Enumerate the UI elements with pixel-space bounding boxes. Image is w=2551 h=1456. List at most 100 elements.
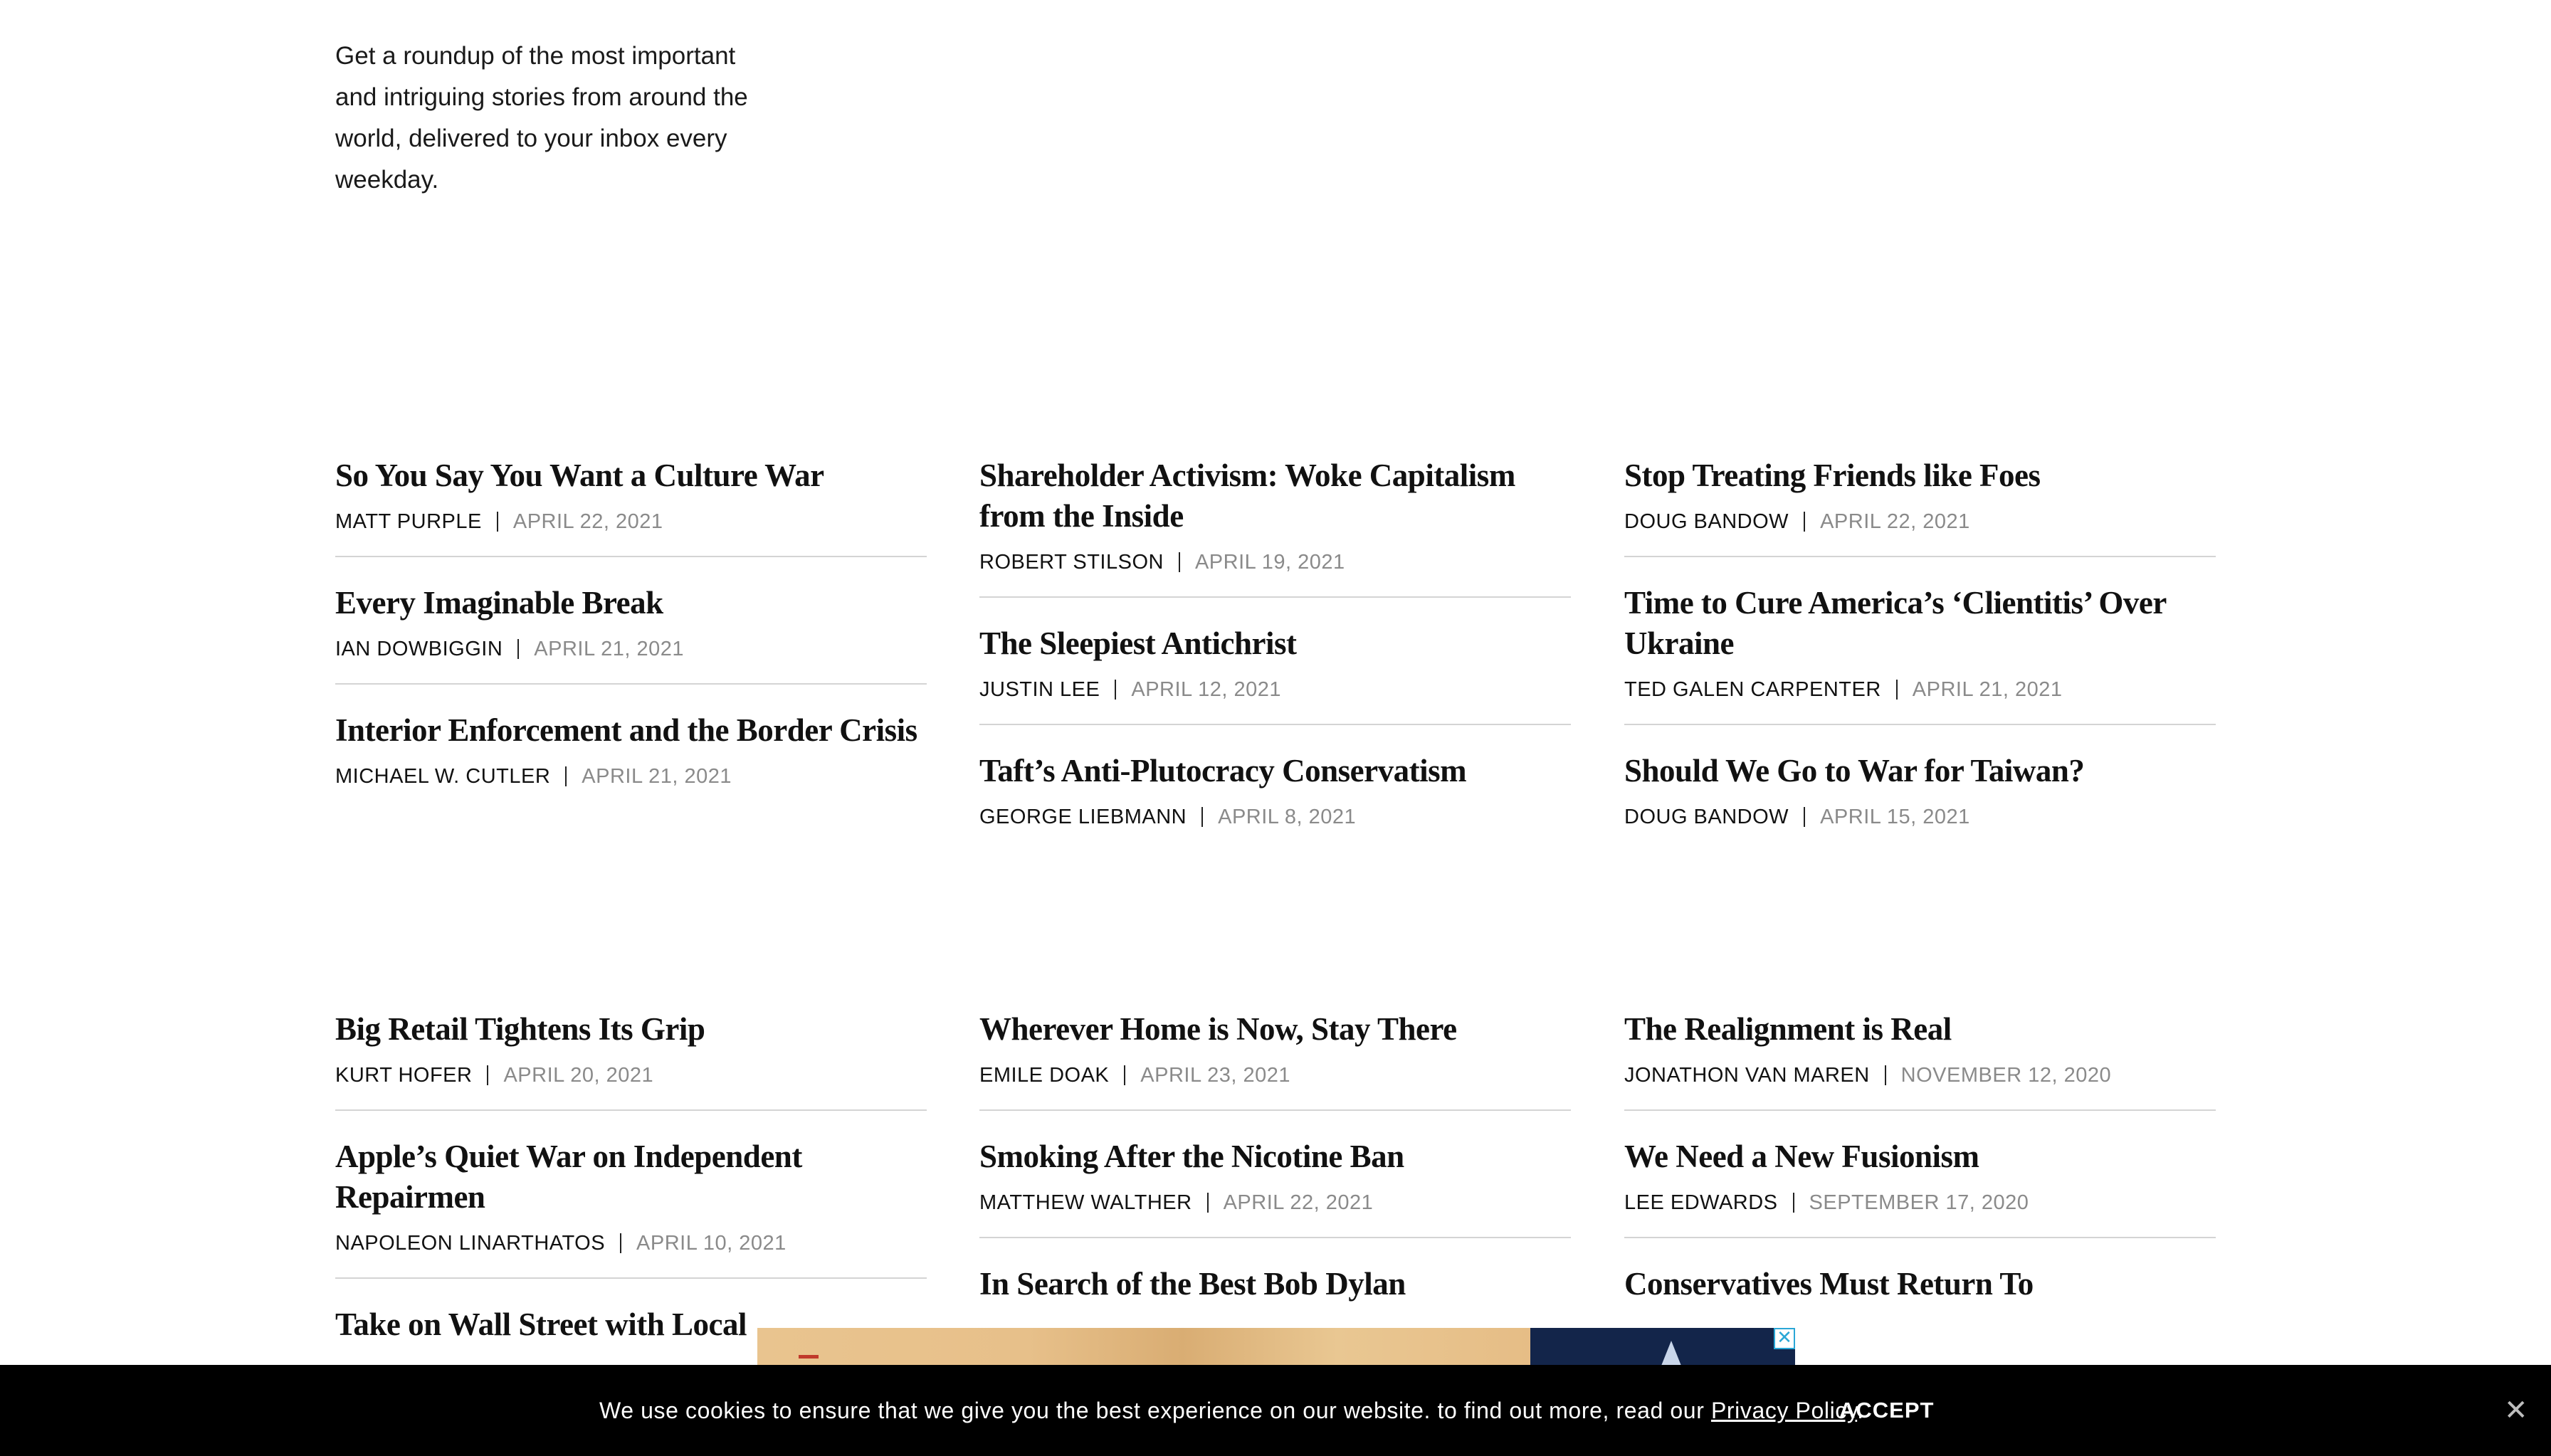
meta-separator [1124,1065,1126,1085]
article-date: APRIL 10, 2021 [636,1232,787,1255]
meta-separator [620,1233,622,1253]
article-author[interactable]: KURT HOFER [335,1062,472,1088]
article-column: Stop Treating Friends like Foes DOUG BAN… [1624,455,2216,877]
close-icon[interactable]: ✕ [2504,1396,2528,1425]
article-date: SEPTEMBER 17, 2020 [1809,1191,2029,1214]
article-item[interactable]: We Need a New Fusionism LEE EDWARDS SEPT… [1624,1136,2216,1238]
article-meta: DOUG BANDOW APRIL 22, 2021 [1624,509,2216,534]
article-meta: DOUG BANDOW APRIL 15, 2021 [1624,804,2216,830]
article-item[interactable]: Should We Go to War for Taiwan? DOUG BAN… [1624,751,2216,851]
meta-separator [517,639,520,659]
article-item[interactable]: The Realignment is Real JONATHON VAN MAR… [1624,1009,2216,1111]
meta-separator [1201,807,1204,827]
article-author[interactable]: NAPOLEON LINARTHATOS [335,1230,605,1256]
article-meta: JONATHON VAN MAREN NOVEMBER 12, 2020 [1624,1062,2216,1088]
article-item[interactable]: Shareholder Activism: Woke Capitalism fr… [979,455,1571,598]
article-meta: MATT PURPLE APRIL 22, 2021 [335,509,927,534]
article-author[interactable]: LEE EDWARDS [1624,1190,1778,1215]
article-column: Shareholder Activism: Woke Capitalism fr… [979,455,1571,877]
article-item[interactable]: Smoking After the Nicotine Ban MATTHEW W… [979,1136,1571,1238]
article-title[interactable]: So You Say You Want a Culture War [335,455,927,496]
article-date: APRIL 12, 2021 [1131,678,1282,701]
meta-separator [1804,807,1806,827]
article-author[interactable]: EMILE DOAK [979,1062,1109,1088]
article-meta: GEORGE LIEBMANN APRIL 8, 2021 [979,804,1571,830]
article-meta: EMILE DOAK APRIL 23, 2021 [979,1062,1571,1088]
article-title[interactable]: Stop Treating Friends like Foes [1624,455,2216,496]
article-item[interactable]: So You Say You Want a Culture War MATT P… [335,455,927,557]
article-date: NOVEMBER 12, 2020 [1900,1064,2112,1087]
article-meta: JUSTIN LEE APRIL 12, 2021 [979,677,1571,702]
article-author[interactable]: DOUG BANDOW [1624,509,1789,534]
meta-separator [1804,512,1806,532]
article-title[interactable]: Time to Cure America’s ‘Clientitis’ Over… [1624,583,2216,664]
article-meta: NAPOLEON LINARTHATOS APRIL 10, 2021 [335,1230,927,1256]
article-title[interactable]: Conservatives Must Return To [1624,1264,2216,1304]
article-item[interactable]: Time to Cure America’s ‘Clientitis’ Over… [1624,583,2216,725]
cookie-message: We use cookies to ensure that we give yo… [599,1396,1864,1425]
article-title[interactable]: Wherever Home is Now, Stay There [979,1009,1571,1050]
article-date: APRIL 21, 2021 [534,638,684,660]
cookie-banner: We use cookies to ensure that we give yo… [0,1365,2551,1456]
accept-cookies-button[interactable]: ACCEPT [1839,1396,1934,1425]
article-author[interactable]: MATTHEW WALTHER [979,1190,1192,1215]
article-item[interactable]: Stop Treating Friends like Foes DOUG BAN… [1624,455,2216,557]
article-date: APRIL 8, 2021 [1218,806,1357,828]
article-meta: MATTHEW WALTHER APRIL 22, 2021 [979,1190,1571,1215]
article-item[interactable]: Wherever Home is Now, Stay There EMILE D… [979,1009,1571,1111]
article-date: APRIL 21, 2021 [582,765,732,788]
article-date: APRIL 20, 2021 [503,1064,654,1087]
article-item[interactable]: Apple’s Quiet War on Independent Repairm… [335,1136,927,1279]
article-author[interactable]: MATT PURPLE [335,509,482,534]
meta-separator [1884,1065,1886,1085]
meta-separator [565,766,567,786]
article-author[interactable]: IAN DOWBIGGIN [335,636,503,662]
article-column: Wherever Home is Now, Stay There EMILE D… [979,1009,1571,1364]
article-item[interactable]: Interior Enforcement and the Border Cris… [335,710,927,811]
article-item[interactable]: Taft’s Anti-Plutocracy Conservatism GEOR… [979,751,1571,851]
article-title[interactable]: Should We Go to War for Taiwan? [1624,751,2216,791]
article-item[interactable]: Big Retail Tightens Its Grip KURT HOFER … [335,1009,927,1111]
article-author[interactable]: ROBERT STILSON [979,549,1164,575]
article-title[interactable]: Apple’s Quiet War on Independent Repairm… [335,1136,927,1218]
article-title[interactable]: We Need a New Fusionism [1624,1136,2216,1177]
article-date: APRIL 23, 2021 [1140,1064,1290,1087]
article-author[interactable]: GEORGE LIEBMANN [979,804,1187,830]
article-meta: MICHAEL W. CUTLER APRIL 21, 2021 [335,764,927,789]
article-date: APRIL 21, 2021 [1912,678,2063,701]
article-date: APRIL 22, 2021 [1820,510,1970,533]
article-author[interactable]: DOUG BANDOW [1624,804,1789,830]
article-title[interactable]: Every Imaginable Break [335,583,927,623]
article-column: So You Say You Want a Culture War MATT P… [335,455,927,836]
article-column: The Realignment is Real JONATHON VAN MAR… [1624,1009,2216,1364]
article-title[interactable]: Taft’s Anti-Plutocracy Conservatism [979,751,1571,791]
meta-separator [1792,1193,1794,1213]
article-title[interactable]: The Sleepiest Antichrist [979,623,1571,664]
article-title[interactable]: The Realignment is Real [1624,1009,2216,1050]
article-title[interactable]: In Search of the Best Bob Dylan [979,1264,1571,1304]
article-meta: LEE EDWARDS SEPTEMBER 17, 2020 [1624,1190,2216,1215]
article-title[interactable]: Big Retail Tightens Its Grip [335,1009,927,1050]
privacy-policy-link[interactable]: Privacy Policy [1711,1398,1857,1423]
article-date: APRIL 22, 2021 [512,510,663,533]
ad-logo-mark [799,1355,819,1359]
meta-separator [496,512,498,532]
article-item[interactable]: The Sleepiest Antichrist JUSTIN LEE APRI… [979,623,1571,725]
article-meta: TED GALEN CARPENTER APRIL 21, 2021 [1624,677,2216,702]
article-author[interactable]: MICHAEL W. CUTLER [335,764,550,789]
meta-separator [1115,680,1117,700]
article-title[interactable]: Shareholder Activism: Woke Capitalism fr… [979,455,1571,537]
article-title[interactable]: Interior Enforcement and the Border Cris… [335,710,927,751]
article-meta: KURT HOFER APRIL 20, 2021 [335,1062,927,1088]
article-author[interactable]: JONATHON VAN MAREN [1624,1062,1870,1088]
article-author[interactable]: JUSTIN LEE [979,677,1100,702]
meta-separator [1206,1193,1209,1213]
meta-separator [487,1065,489,1085]
article-item[interactable]: Every Imaginable Break IAN DOWBIGGIN APR… [335,583,927,685]
ad-close-icon[interactable]: ✕ [1774,1328,1795,1349]
article-date: APRIL 15, 2021 [1820,806,1970,828]
meta-separator [1178,552,1180,572]
article-meta: ROBERT STILSON APRIL 19, 2021 [979,549,1571,575]
article-title[interactable]: Smoking After the Nicotine Ban [979,1136,1571,1177]
article-author[interactable]: TED GALEN CARPENTER [1624,677,1881,702]
